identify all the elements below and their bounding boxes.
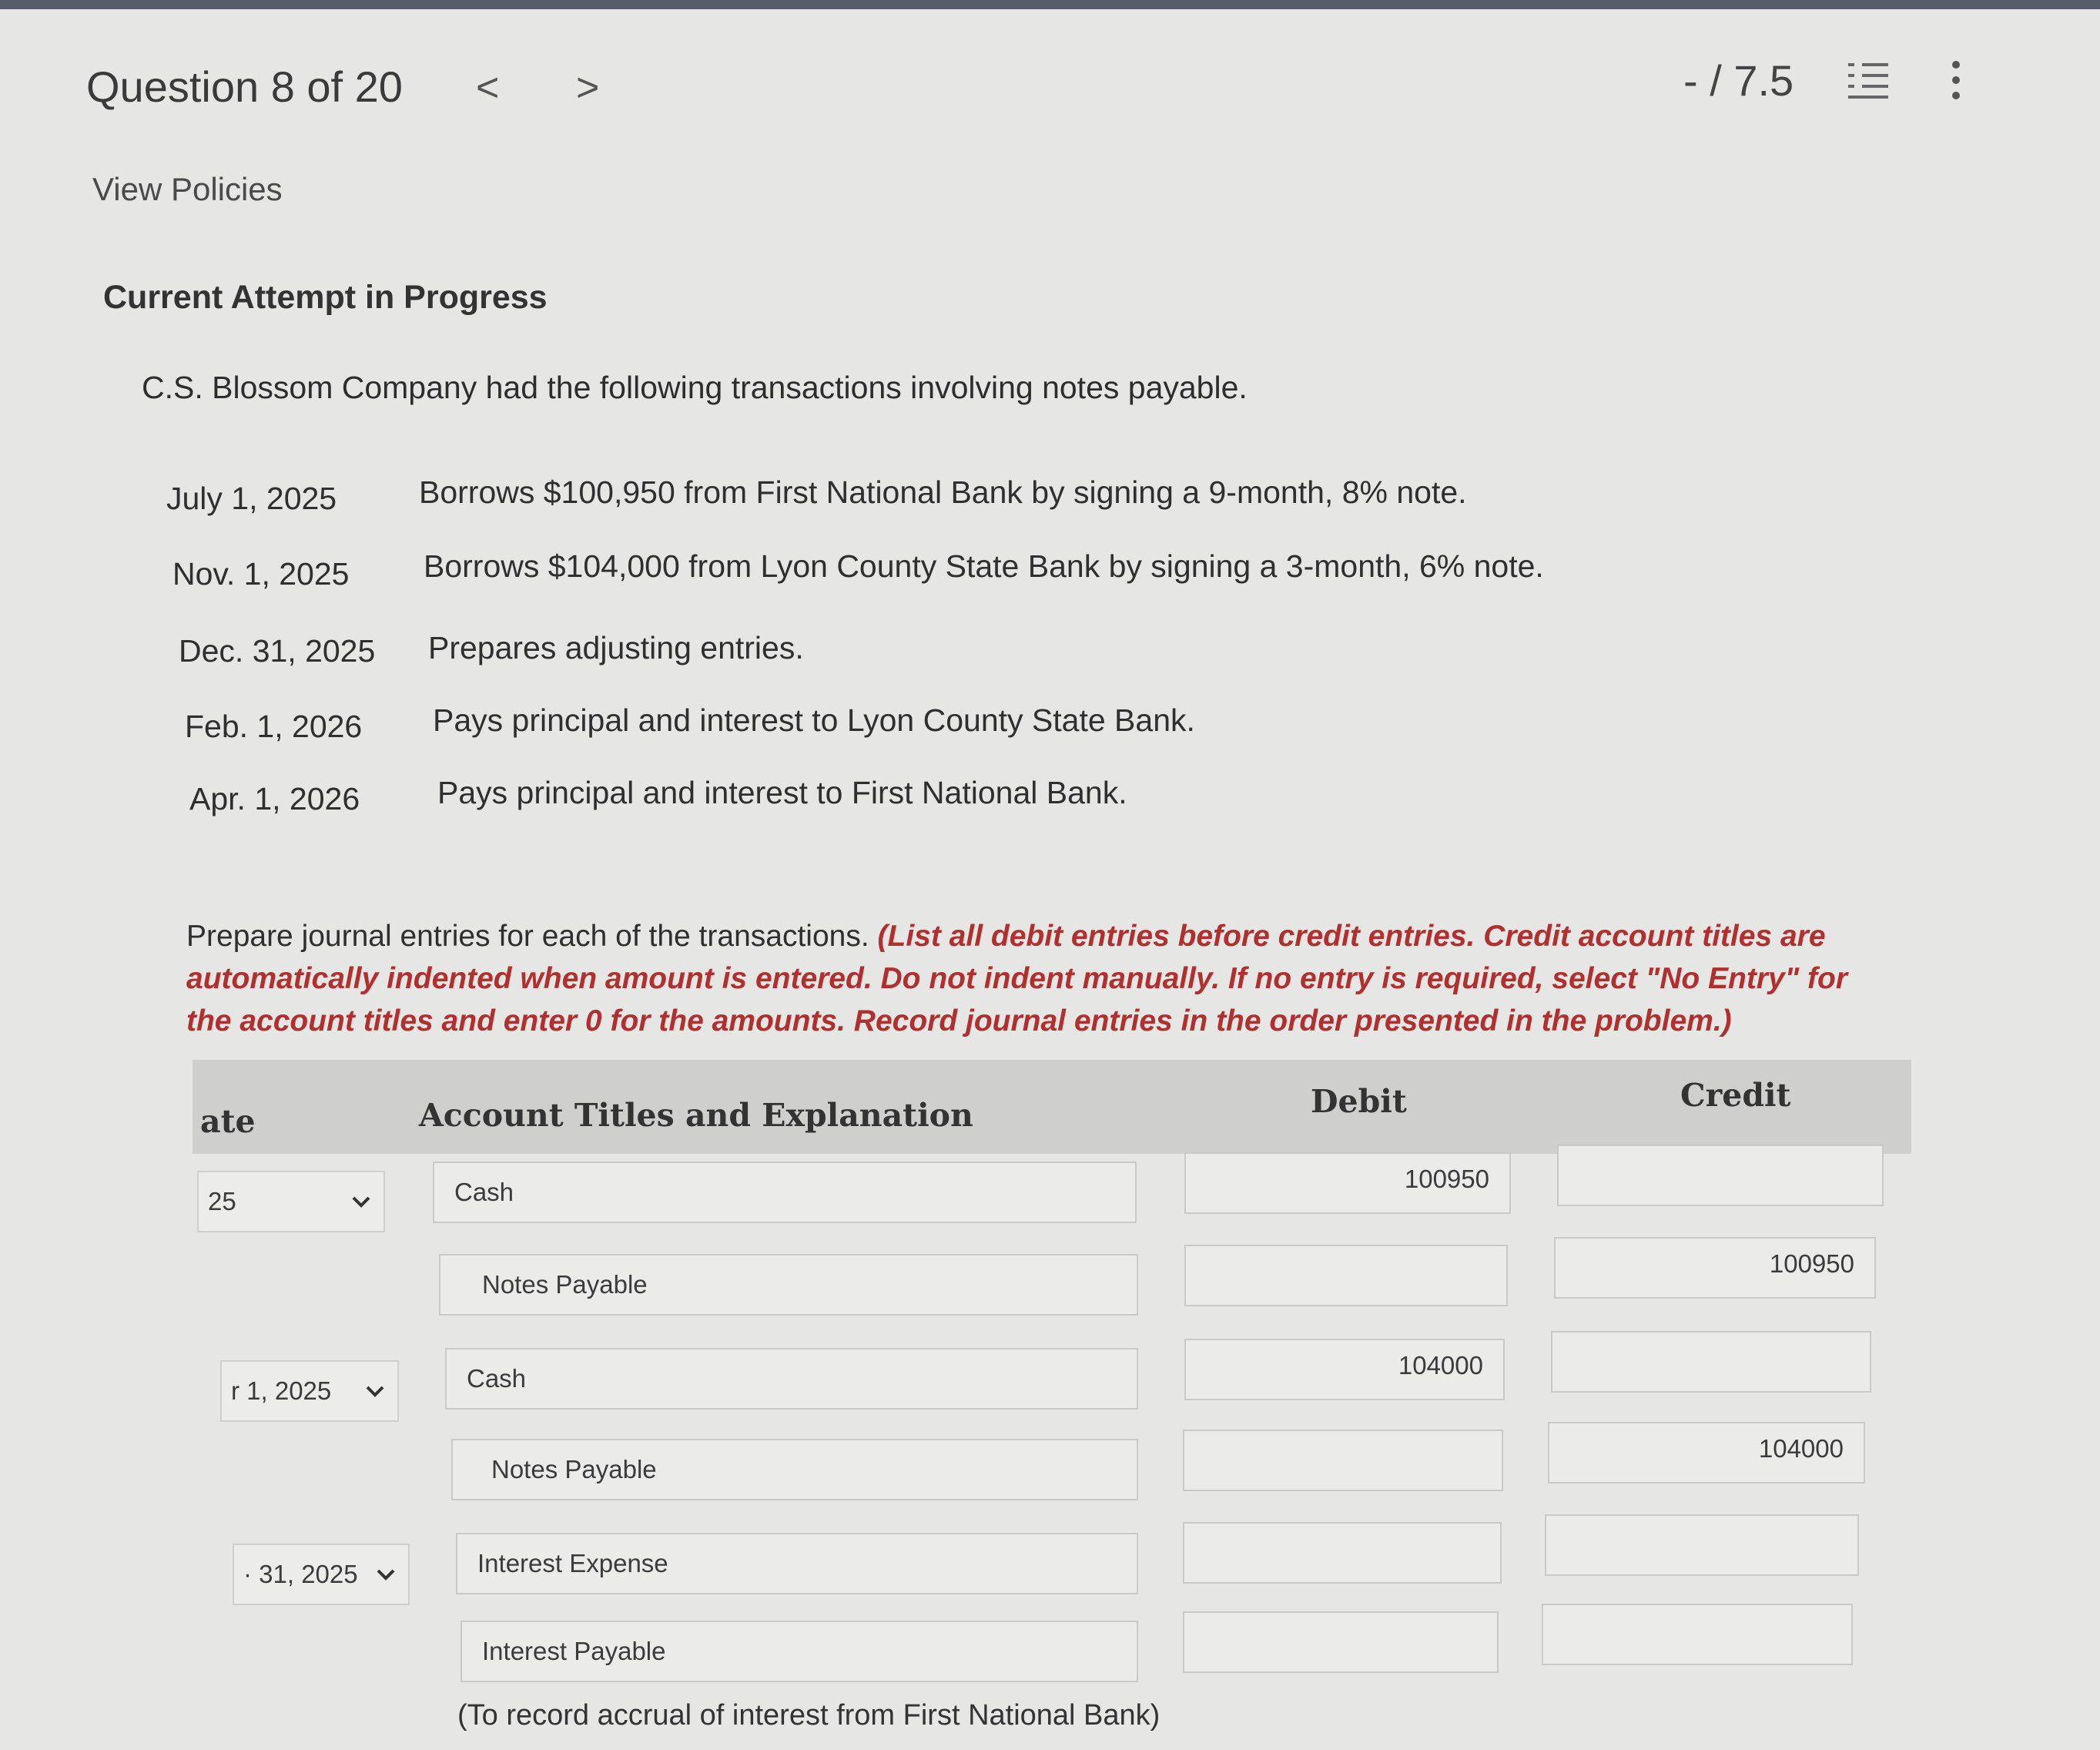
transaction-description: Pays principal and interest to Lyon Coun… bbox=[433, 702, 1195, 738]
entry-date-select[interactable]: r 1, 2025 bbox=[220, 1360, 399, 1422]
date-column-header: ate bbox=[200, 1103, 256, 1140]
debit-amount-input[interactable]: 104000 bbox=[1184, 1339, 1505, 1400]
top-bar bbox=[0, 0, 2100, 9]
transaction-description: Prepares adjusting entries. bbox=[428, 630, 804, 665]
debit-amount-input[interactable]: 100950 bbox=[1184, 1152, 1511, 1214]
credit-amount-input[interactable] bbox=[1542, 1604, 1853, 1665]
account-title-input[interactable]: Cash bbox=[445, 1348, 1138, 1410]
chevron-down-icon bbox=[366, 1386, 384, 1397]
account-title-input[interactable]: Interest Expense bbox=[456, 1533, 1138, 1594]
question-score: - / 7.5 bbox=[1683, 56, 1794, 105]
question-counter: Question 8 of 20 bbox=[86, 62, 403, 111]
transaction-description: Pays principal and interest to First Nat… bbox=[437, 775, 1127, 810]
debit-amount-input[interactable] bbox=[1183, 1430, 1503, 1491]
transaction-description: Borrows $104,000 from Lyon County State … bbox=[424, 548, 1544, 584]
chevron-down-icon bbox=[352, 1196, 370, 1208]
attempt-status: Current Attempt in Progress bbox=[103, 279, 548, 316]
transaction-date: Nov. 1, 2025 bbox=[172, 556, 350, 592]
transaction-date: Dec. 31, 2025 bbox=[179, 633, 376, 669]
debit-amount-input[interactable] bbox=[1184, 1245, 1508, 1306]
entry-date-select[interactable]: · 31, 2025 bbox=[233, 1544, 410, 1605]
entry-date-value: · 31, 2025 bbox=[243, 1560, 358, 1588]
entry-date-value: 25 bbox=[208, 1187, 236, 1215]
entry-date-select[interactable]: 25 bbox=[197, 1171, 385, 1232]
problem-intro: C.S. Blossom Company had the following t… bbox=[142, 370, 1248, 405]
instructions: Prepare journal entries for each of the … bbox=[186, 915, 1881, 1042]
list-check-icon[interactable] bbox=[1845, 60, 1891, 100]
instruction-text: Prepare journal entries for each of the … bbox=[186, 920, 869, 953]
debit-column-header: Debit bbox=[1311, 1083, 1407, 1120]
entry-date-value: r 1, 2025 bbox=[231, 1376, 332, 1405]
entry-explanation: (To record accrual of interest from Firs… bbox=[457, 1699, 1161, 1732]
account-title-input[interactable]: Notes Payable bbox=[451, 1439, 1138, 1500]
debit-amount-input[interactable] bbox=[1183, 1522, 1502, 1584]
credit-amount-input[interactable] bbox=[1557, 1145, 1884, 1206]
next-question-button[interactable]: > bbox=[576, 65, 599, 111]
credit-amount-input[interactable] bbox=[1545, 1514, 1859, 1576]
credit-amount-input[interactable]: 100950 bbox=[1554, 1237, 1876, 1299]
account-column-header: Account Titles and Explanation bbox=[419, 1097, 973, 1134]
transaction-description: Borrows $100,950 from First National Ban… bbox=[419, 474, 1467, 510]
account-title-input[interactable]: Interest Payable bbox=[461, 1621, 1138, 1682]
transaction-date: July 1, 2025 bbox=[166, 481, 337, 516]
chevron-down-icon bbox=[377, 1569, 395, 1581]
account-title-input[interactable]: Notes Payable bbox=[439, 1254, 1138, 1316]
transaction-date: Apr. 1, 2026 bbox=[189, 781, 360, 816]
debit-amount-input[interactable] bbox=[1183, 1611, 1499, 1673]
credit-amount-input[interactable] bbox=[1551, 1331, 1871, 1393]
view-policies-link[interactable]: View Policies bbox=[92, 171, 283, 208]
account-title-input[interactable]: Cash bbox=[433, 1162, 1137, 1223]
credit-column-header: Credit bbox=[1680, 1077, 1791, 1114]
previous-question-button[interactable]: < bbox=[476, 65, 499, 111]
credit-amount-input[interactable]: 104000 bbox=[1548, 1422, 1865, 1483]
more-vertical-icon[interactable] bbox=[1948, 59, 1964, 102]
transaction-date: Feb. 1, 2026 bbox=[185, 709, 363, 744]
